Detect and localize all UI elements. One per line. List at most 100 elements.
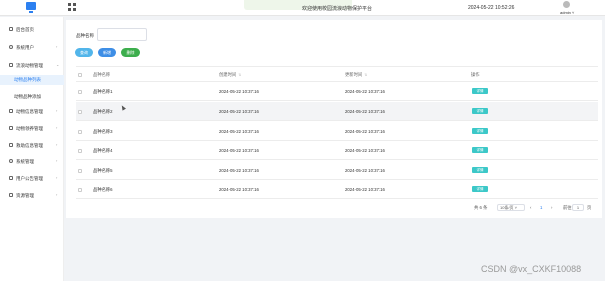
cell-created: 2024-05-22 10:37:16 bbox=[219, 109, 259, 114]
grid-icon bbox=[9, 143, 13, 147]
add-button[interactable]: 新增 bbox=[98, 48, 116, 57]
detail-button[interactable]: 详情 bbox=[472, 186, 488, 192]
table-header: 品种名称 创建时间 ⇅ 更新时间 ⇅ 操作 bbox=[76, 67, 598, 82]
sidebar-item-label: 系统管理 bbox=[16, 159, 34, 164]
cell-name: 品种名称1 bbox=[93, 89, 113, 94]
sidebar-item-stray-animals[interactable]: 流浪动物管理 ⌄ bbox=[0, 61, 64, 71]
sidebar-item-users[interactable]: 系统用户 › bbox=[0, 43, 64, 53]
breed-table: 品种名称 创建时间 ⇅ 更新时间 ⇅ 操作 品种名称1 2024-05-22 10:… bbox=[76, 66, 598, 199]
user-avatar[interactable] bbox=[563, 1, 570, 8]
cell-updated: 2024-05-22 10:37:16 bbox=[345, 129, 385, 134]
column-header-updated[interactable]: 更新时间 ⇅ bbox=[345, 72, 367, 78]
cell-updated: 2024-05-22 10:37:16 bbox=[345, 109, 385, 114]
row-checkbox[interactable] bbox=[78, 188, 82, 192]
row-checkbox[interactable] bbox=[78, 149, 82, 153]
grid-icon bbox=[9, 63, 13, 67]
sidebar-item-home[interactable]: 后台首页 bbox=[0, 25, 64, 35]
cell-created: 2024-05-22 10:37:16 bbox=[219, 148, 259, 153]
user-menu[interactable]: admin ˅ bbox=[560, 10, 574, 15]
cell-name: 品种名称5 bbox=[93, 168, 113, 173]
grid-icon bbox=[9, 126, 13, 130]
row-checkbox[interactable] bbox=[78, 169, 82, 173]
query-button[interactable]: 查询 bbox=[75, 48, 93, 57]
table-row[interactable]: 品种名称5 2024-05-22 10:37:16 2024-05-22 10:… bbox=[76, 161, 598, 180]
chevron-right-icon: › bbox=[56, 44, 58, 49]
cell-name: 品种名称2 bbox=[93, 109, 113, 114]
user-icon bbox=[9, 45, 13, 49]
page-number-1[interactable]: 1 bbox=[540, 205, 542, 210]
sidebar-item-label: 系统用户 bbox=[16, 45, 34, 50]
sidebar-item-animal-info[interactable]: 动物信息管理 › bbox=[0, 107, 64, 117]
row-checkbox[interactable] bbox=[78, 130, 82, 134]
page-size-select[interactable]: 10条/页 ˅ bbox=[497, 204, 525, 211]
sidebar-item-announcements[interactable]: 用户公告管理 › bbox=[0, 174, 64, 184]
datetime-display: 2024-05-22 10:52:26 bbox=[468, 5, 515, 11]
watermark-text: CSDN @vx_CXKF10088 bbox=[481, 264, 582, 274]
top-bar: 欢迎使用校园流浪动物保护平台 2024-05-22 10:52:26 admin… bbox=[0, 0, 605, 16]
grid-icon bbox=[9, 176, 13, 180]
sidebar-item-system[interactable]: 系统管理 › bbox=[0, 157, 64, 167]
chevron-right-icon: › bbox=[56, 125, 58, 130]
chevron-right-icon: › bbox=[56, 158, 58, 163]
page-unit-label: 页 bbox=[587, 205, 592, 210]
cell-name: 品种名称3 bbox=[93, 129, 113, 134]
goto-label: 前往 bbox=[563, 205, 572, 210]
cell-updated: 2024-05-22 10:37:16 bbox=[345, 148, 385, 153]
prev-page-button[interactable]: ‹ bbox=[530, 205, 531, 210]
table-row[interactable]: 品种名称6 2024-05-22 10:37:16 2024-05-22 10:… bbox=[76, 180, 598, 199]
cell-created: 2024-05-22 10:37:16 bbox=[219, 129, 259, 134]
pagination-total: 共 6 条 bbox=[474, 205, 488, 210]
sort-icon[interactable]: ⇅ bbox=[364, 73, 367, 77]
sidebar-sub-breed-add[interactable]: 动物品种添加 bbox=[0, 92, 64, 102]
cell-created: 2024-05-22 10:37:16 bbox=[219, 168, 259, 173]
search-label: 品种名称 bbox=[76, 33, 94, 38]
detail-button[interactable]: 详情 bbox=[472, 167, 488, 173]
column-label: 更新时间 bbox=[345, 72, 363, 77]
sidebar-item-label: 后台首页 bbox=[16, 27, 34, 32]
welcome-text: 欢迎使用校园流浪动物保护平台 bbox=[302, 6, 373, 12]
sort-icon[interactable]: ⇅ bbox=[238, 73, 241, 77]
table-row[interactable]: 品种名称3 2024-05-22 10:37:16 2024-05-22 10:… bbox=[76, 122, 598, 141]
table-row[interactable]: 品种名称4 2024-05-22 10:37:16 2024-05-22 10:… bbox=[76, 141, 598, 160]
cell-name: 品种名称4 bbox=[93, 148, 113, 153]
sidebar-item-adoption[interactable]: 动物领养管理 › bbox=[0, 124, 64, 134]
search-input[interactable] bbox=[97, 28, 147, 41]
next-page-button[interactable]: › bbox=[551, 205, 552, 210]
home-icon bbox=[9, 27, 13, 31]
row-checkbox[interactable] bbox=[78, 90, 82, 94]
delete-button[interactable]: 删除 bbox=[121, 48, 140, 57]
sidebar-item-label: 用户公告管理 bbox=[16, 176, 43, 181]
sidebar-sub-breed-list[interactable]: 动物品种列表 bbox=[0, 75, 64, 85]
cell-updated: 2024-05-22 10:37:16 bbox=[345, 187, 385, 192]
cell-updated: 2024-05-22 10:37:16 bbox=[345, 89, 385, 94]
chevron-right-icon: › bbox=[56, 175, 58, 180]
detail-button[interactable]: 详情 bbox=[472, 108, 488, 114]
sidebar-item-rescue[interactable]: 救助信息管理 › bbox=[0, 141, 64, 151]
grid-icon bbox=[9, 193, 13, 197]
sidebar-item-resources[interactable]: 资源管理 › bbox=[0, 191, 64, 201]
sidebar-item-label: 流浪动物管理 bbox=[16, 63, 43, 68]
column-label: 创建时间 bbox=[219, 72, 237, 77]
column-header-name: 品种名称 bbox=[93, 72, 111, 77]
chevron-down-icon: ⌄ bbox=[56, 62, 60, 67]
sidebar-item-label: 资源管理 bbox=[16, 193, 34, 198]
username: admin bbox=[560, 10, 571, 15]
detail-button[interactable]: 详情 bbox=[472, 88, 488, 94]
table-row[interactable]: 品种名称2 2024-05-22 10:37:16 2024-05-22 10:… bbox=[76, 102, 598, 121]
detail-button[interactable]: 详情 bbox=[472, 147, 488, 153]
sidebar: 后台首页 系统用户 › 流浪动物管理 ⌄ 动物品种列表 动物品种添加 动物信息管… bbox=[0, 17, 64, 281]
app-grid-icon[interactable] bbox=[68, 3, 76, 11]
sidebar-item-label: 动物信息管理 bbox=[16, 109, 43, 114]
column-header-created[interactable]: 创建时间 ⇅ bbox=[219, 72, 241, 78]
select-all-checkbox[interactable] bbox=[78, 73, 82, 77]
cell-updated: 2024-05-22 10:37:16 bbox=[345, 168, 385, 173]
cell-created: 2024-05-22 10:37:16 bbox=[219, 187, 259, 192]
page-size-value: 10条/页 bbox=[500, 205, 514, 210]
chevron-right-icon: › bbox=[56, 142, 58, 147]
chevron-right-icon: › bbox=[56, 108, 58, 113]
row-checkbox[interactable] bbox=[78, 110, 82, 114]
gear-icon bbox=[9, 159, 13, 163]
detail-button[interactable]: 详情 bbox=[472, 128, 488, 134]
goto-page-input[interactable]: 1 bbox=[572, 204, 584, 211]
table-row[interactable]: 品种名称1 2024-05-22 10:37:16 2024-05-22 10:… bbox=[76, 82, 598, 101]
